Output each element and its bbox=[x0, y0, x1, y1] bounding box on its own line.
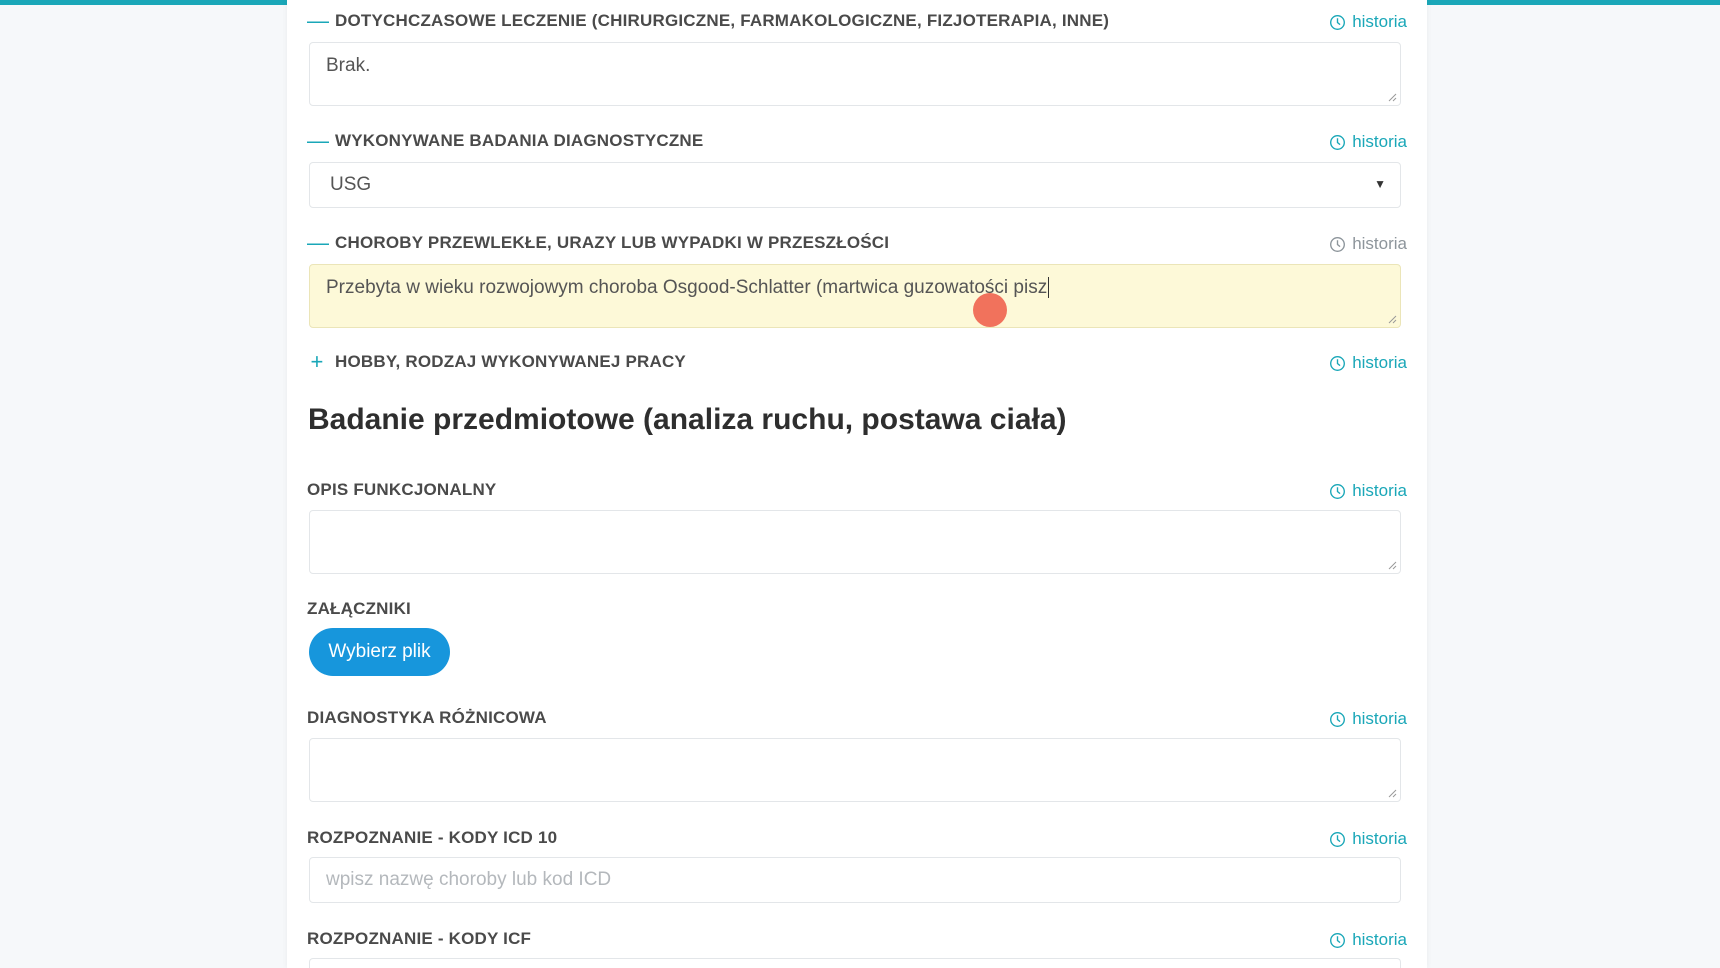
resize-handle-icon[interactable] bbox=[1387, 92, 1397, 102]
history-link-icd10[interactable]: historia bbox=[1329, 829, 1407, 849]
history-link-label: historia bbox=[1352, 234, 1407, 253]
chronic-value: Przebyta w wieku rozwojowym choroba Osgo… bbox=[326, 277, 1048, 298]
diagnostics-select[interactable]: USG ▼ bbox=[309, 162, 1401, 208]
history-link-label: historia bbox=[1352, 481, 1407, 500]
history-link-label: historia bbox=[1352, 12, 1407, 31]
history-link-treatment[interactable]: historia bbox=[1329, 12, 1407, 32]
history-link-icf[interactable]: historia bbox=[1329, 930, 1407, 950]
section-hobby-header[interactable]: + HOBBY, RODZAJ WYKONYWANEJ PRACY bbox=[307, 351, 686, 373]
expand-icon[interactable]: + bbox=[307, 351, 327, 373]
section-diagnostics-header[interactable]: — WYKONYWANE BADANIA DIAGNOSTYCZNE bbox=[307, 130, 703, 152]
resize-handle-icon[interactable] bbox=[1387, 788, 1397, 798]
history-link-diagnostics[interactable]: historia bbox=[1329, 132, 1407, 152]
icd10-label: ROZPOZNANIE - KODY ICD 10 bbox=[307, 828, 558, 847]
resize-handle-icon[interactable] bbox=[1387, 314, 1397, 324]
history-link-label: historia bbox=[1352, 132, 1407, 151]
icd10-placeholder: wpisz nazwę choroby lub kod ICD bbox=[326, 869, 612, 890]
choose-file-button[interactable]: Wybierz plik bbox=[309, 628, 450, 676]
chronic-textarea[interactable]: Przebyta w wieku rozwojowym choroba Osgo… bbox=[309, 264, 1401, 328]
treatment-value: Brak. bbox=[326, 55, 371, 76]
history-link-functional[interactable]: historia bbox=[1329, 481, 1407, 501]
history-link-label: historia bbox=[1352, 930, 1407, 949]
dropdown-caret-icon[interactable]: ▼ bbox=[1374, 177, 1386, 191]
clock-icon bbox=[1330, 831, 1346, 847]
clock-icon bbox=[1330, 355, 1346, 371]
history-link-chronic[interactable]: historia bbox=[1329, 234, 1407, 254]
clock-icon bbox=[1330, 932, 1346, 948]
history-link-label: historia bbox=[1352, 709, 1407, 728]
diagnostics-selected-value: USG bbox=[330, 174, 372, 195]
clock-icon bbox=[1330, 236, 1346, 252]
differential-textarea[interactable] bbox=[309, 738, 1401, 802]
form-card: — DOTYCHCZASOWE LECZENIE (CHIRURGICZNE, … bbox=[287, 0, 1427, 968]
icd10-search-input[interactable]: wpisz nazwę choroby lub kod ICD bbox=[309, 857, 1401, 903]
text-caret bbox=[1048, 277, 1050, 299]
resize-handle-icon[interactable] bbox=[1387, 560, 1397, 570]
section-diagnostics-label: WYKONYWANE BADANIA DIAGNOSTYCZNE bbox=[335, 131, 704, 150]
clock-icon bbox=[1330, 14, 1346, 30]
differential-label: DIAGNOSTYKA RÓŻNICOWA bbox=[307, 708, 547, 727]
section-treatment-label: DOTYCHCZASOWE LECZENIE (CHIRURGICZNE, FA… bbox=[335, 11, 1110, 30]
section-chronic-label: CHOROBY PRZEWLEKŁE, URAZY LUB WYPADKI W … bbox=[335, 233, 890, 252]
clock-icon bbox=[1330, 711, 1346, 727]
attachments-label: ZAŁĄCZNIKI bbox=[307, 599, 411, 618]
functional-textarea[interactable] bbox=[309, 510, 1401, 574]
clock-icon bbox=[1330, 134, 1346, 150]
section-treatment-header[interactable]: — DOTYCHCZASOWE LECZENIE (CHIRURGICZNE, … bbox=[307, 10, 1109, 32]
treatment-textarea[interactable]: Brak. bbox=[309, 42, 1401, 106]
section-chronic-header[interactable]: — CHOROBY PRZEWLEKŁE, URAZY LUB WYPADKI … bbox=[307, 232, 889, 254]
history-link-hobby[interactable]: historia bbox=[1329, 353, 1407, 373]
history-link-label: historia bbox=[1352, 353, 1407, 372]
section-heading: Badanie przedmiotowe (analiza ruchu, pos… bbox=[308, 403, 1067, 436]
section-hobby-label: HOBBY, RODZAJ WYKONYWANEJ PRACY bbox=[335, 352, 686, 371]
collapse-icon[interactable]: — bbox=[307, 10, 329, 32]
collapse-icon[interactable]: — bbox=[307, 232, 329, 254]
history-link-label: historia bbox=[1352, 829, 1407, 848]
collapse-icon[interactable]: — bbox=[307, 130, 329, 152]
history-link-differential[interactable]: historia bbox=[1329, 709, 1407, 729]
icf-input[interactable] bbox=[309, 958, 1401, 968]
icf-label: ROZPOZNANIE - KODY ICF bbox=[307, 929, 532, 948]
clock-icon bbox=[1330, 483, 1346, 499]
functional-label: OPIS FUNKCJONALNY bbox=[307, 480, 497, 499]
mouse-pointer-indicator bbox=[973, 293, 1007, 327]
